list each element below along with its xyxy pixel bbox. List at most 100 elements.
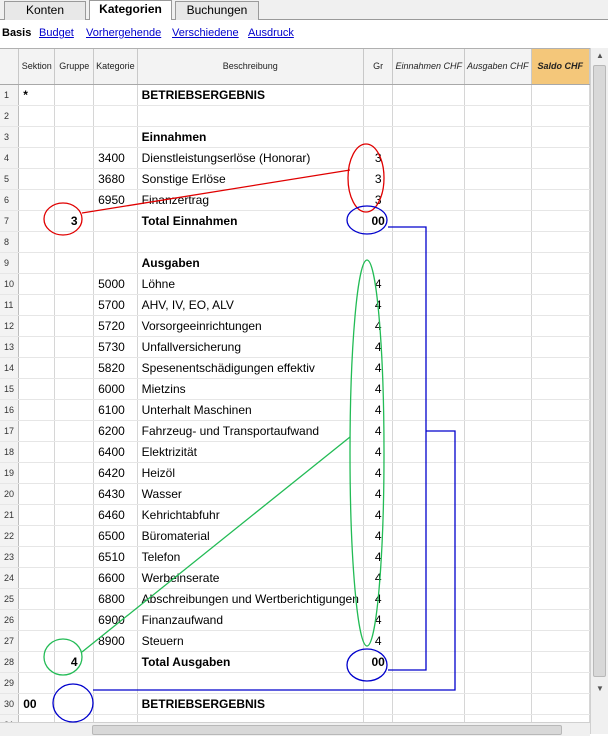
cell-ausgaben[interactable]	[464, 504, 532, 526]
cell-gr[interactable]: 3	[363, 189, 394, 211]
cell-kategorie[interactable]: 6000	[93, 378, 138, 400]
cell-beschreibung[interactable]: Kehrichtabfuhr	[137, 504, 364, 526]
cell-saldo[interactable]	[531, 210, 590, 232]
cell-gruppe[interactable]	[54, 546, 95, 568]
cell-ausgaben[interactable]	[464, 630, 532, 652]
cell-beschreibung[interactable]: Sonstige Erlöse	[137, 168, 364, 190]
cell-einnahmen[interactable]	[392, 84, 465, 106]
cell-saldo[interactable]	[531, 420, 590, 442]
cell-saldo[interactable]	[531, 504, 590, 526]
cell-einnahmen[interactable]	[392, 483, 465, 505]
cell-gruppe[interactable]	[54, 378, 95, 400]
cell-einnahmen[interactable]	[392, 546, 465, 568]
cell-saldo[interactable]	[531, 546, 590, 568]
cell-gr[interactable]: 4	[363, 357, 394, 379]
cell-einnahmen[interactable]	[392, 630, 465, 652]
table-row[interactable]: 30 00 BETRIEBSERGEBNIS	[0, 693, 590, 715]
cell-einnahmen[interactable]	[392, 105, 465, 127]
cell-saldo[interactable]	[531, 147, 590, 169]
cell-beschreibung[interactable]: Fahrzeug- und Transportaufwand	[137, 420, 364, 442]
cell-gruppe[interactable]	[54, 231, 95, 253]
cell-kategorie[interactable]	[93, 252, 138, 274]
cell-gr[interactable]	[363, 84, 394, 106]
horizontal-scrollbar[interactable]	[0, 722, 590, 736]
cell-kategorie[interactable]: 3680	[93, 168, 138, 190]
cell-sektion[interactable]: 00	[18, 693, 56, 715]
cell-beschreibung[interactable]: Elektrizität	[137, 441, 364, 463]
view-ausdruck[interactable]: Ausdruck	[248, 27, 294, 39]
cell-ausgaben[interactable]	[464, 336, 532, 358]
table-row[interactable]: 10 5000 Löhne 4	[0, 273, 590, 295]
cell-ausgaben[interactable]	[464, 420, 532, 442]
cell-gr[interactable]: 4	[363, 336, 394, 358]
cell-beschreibung[interactable]: Heizöl	[137, 462, 364, 484]
scroll-down-icon[interactable]: ▼	[591, 684, 608, 693]
table-row[interactable]: 5 3680 Sonstige Erlöse 3	[0, 168, 590, 190]
cell-beschreibung[interactable]: Büromaterial	[137, 525, 364, 547]
cell-gruppe[interactable]	[54, 525, 95, 547]
cell-gruppe[interactable]	[54, 483, 95, 505]
cell-beschreibung[interactable]: Wasser	[137, 483, 364, 505]
cell-sektion[interactable]	[18, 126, 56, 148]
cell-gruppe[interactable]	[54, 105, 95, 127]
cell-beschreibung[interactable]: AHV, IV, EO, ALV	[137, 294, 364, 316]
cell-beschreibung[interactable]	[137, 231, 364, 253]
cell-saldo[interactable]	[531, 84, 590, 106]
table-row[interactable]: 26 6900 Finanzaufwand 4	[0, 609, 590, 631]
cell-gruppe[interactable]	[54, 630, 95, 652]
cell-saldo[interactable]	[531, 693, 590, 715]
cell-sektion[interactable]	[18, 588, 56, 610]
column-header-saldo[interactable]: Saldo CHF	[531, 49, 590, 85]
cell-gr[interactable]: 4	[363, 378, 394, 400]
cell-sektion[interactable]	[18, 504, 56, 526]
table-row[interactable]: 14 5820 Spesenentschädigungen effektiv 4	[0, 357, 590, 379]
column-header-sektion[interactable]: Sektion	[18, 49, 56, 85]
table-row[interactable]: 28 4 Total Ausgaben 00	[0, 651, 590, 673]
cell-gruppe[interactable]	[54, 441, 95, 463]
cell-saldo[interactable]	[531, 567, 590, 589]
cell-gr[interactable]: 4	[363, 483, 394, 505]
cell-gr[interactable]: 4	[363, 441, 394, 463]
cell-sektion[interactable]	[18, 546, 56, 568]
table-row[interactable]: 4 3400 Dienstleistungserlöse (Honorar) 3	[0, 147, 590, 169]
cell-kategorie[interactable]: 6200	[93, 420, 138, 442]
cell-saldo[interactable]	[531, 189, 590, 211]
cell-ausgaben[interactable]	[464, 210, 532, 232]
cell-gr[interactable]	[363, 672, 394, 694]
cell-sektion[interactable]	[18, 231, 56, 253]
view-vorhergehende[interactable]: Vorhergehende	[86, 27, 161, 39]
cell-ausgaben[interactable]	[464, 168, 532, 190]
view-basis[interactable]: Basis	[2, 27, 31, 39]
cell-saldo[interactable]	[531, 294, 590, 316]
cell-ausgaben[interactable]	[464, 315, 532, 337]
cell-sektion[interactable]	[18, 441, 56, 463]
cell-gr[interactable]: 00	[363, 210, 394, 232]
cell-sektion[interactable]	[18, 378, 56, 400]
cell-sektion[interactable]	[18, 525, 56, 547]
cell-beschreibung[interactable]: Dienstleistungserlöse (Honorar)	[137, 147, 364, 169]
cell-ausgaben[interactable]	[464, 651, 532, 673]
cell-beschreibung[interactable]: Einnahmen	[137, 126, 364, 148]
cell-sektion[interactable]	[18, 147, 56, 169]
cell-sektion[interactable]	[18, 483, 56, 505]
cell-einnahmen[interactable]	[392, 420, 465, 442]
cell-gr[interactable]: 4	[363, 399, 394, 421]
cell-ausgaben[interactable]	[464, 126, 532, 148]
cell-beschreibung[interactable]: BETRIEBSERGEBNIS	[137, 693, 364, 715]
cell-kategorie[interactable]: 6950	[93, 189, 138, 211]
cell-einnahmen[interactable]	[392, 525, 465, 547]
cell-gruppe[interactable]	[54, 126, 95, 148]
cell-gruppe[interactable]	[54, 609, 95, 631]
cell-ausgaben[interactable]	[464, 378, 532, 400]
cell-einnahmen[interactable]	[392, 252, 465, 274]
table-row[interactable]: 2	[0, 105, 590, 127]
cell-kategorie[interactable]: 6500	[93, 525, 138, 547]
tab-konten[interactable]: Konten	[4, 1, 86, 20]
cell-gruppe[interactable]	[54, 567, 95, 589]
cell-einnahmen[interactable]	[392, 588, 465, 610]
cell-saldo[interactable]	[531, 126, 590, 148]
view-verschiedene[interactable]: Verschiedene	[172, 27, 239, 39]
scroll-up-icon[interactable]: ▲	[591, 51, 608, 60]
cell-ausgaben[interactable]	[464, 294, 532, 316]
cell-sektion[interactable]	[18, 168, 56, 190]
